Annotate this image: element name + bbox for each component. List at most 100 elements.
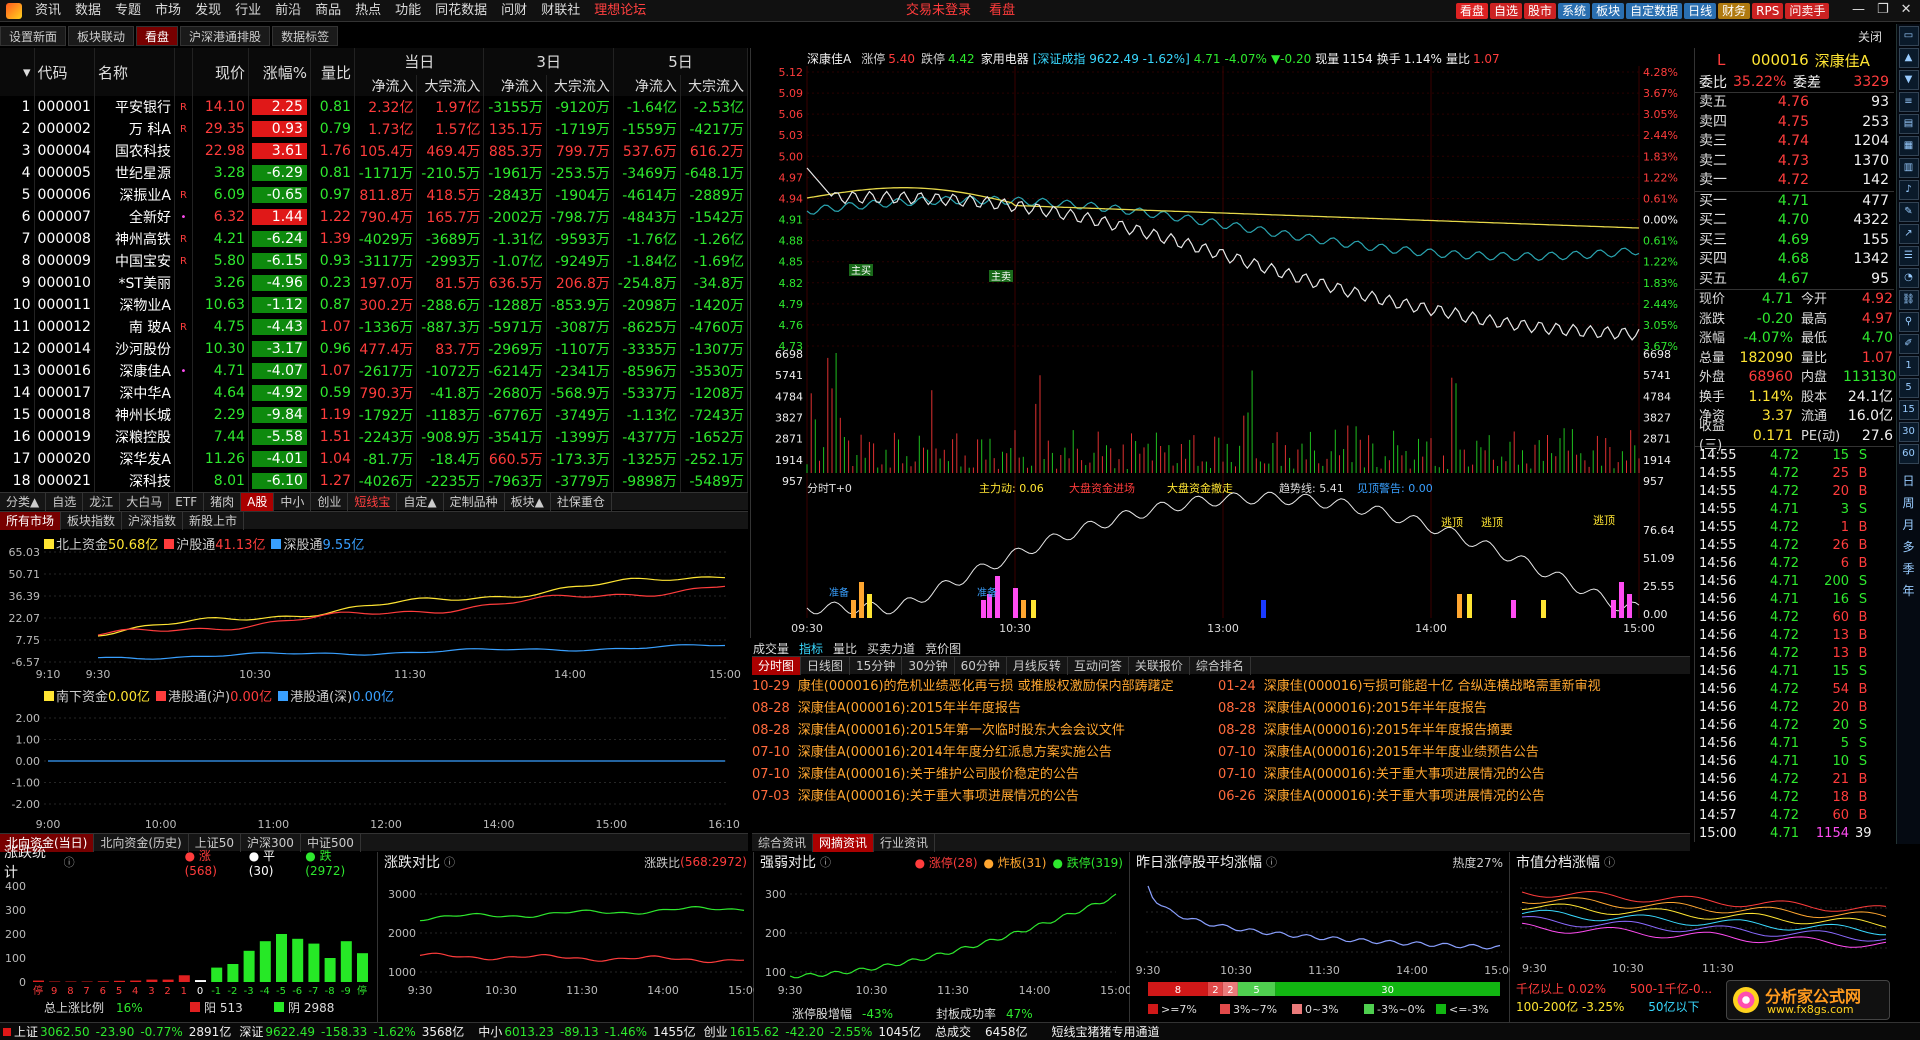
info-icon[interactable]: ⓘ	[1604, 854, 1615, 870]
list-icon[interactable]: ≡	[1898, 92, 1919, 112]
table-row[interactable]: 10 000011 深物业A 10.63 -1.12 0.87 300.2万 -288.6万 -…	[0, 294, 749, 316]
minimize-icon[interactable]: —	[1852, 2, 1865, 17]
col-3d-net[interactable]: 净流入	[483, 75, 547, 96]
bell-icon[interactable]: ♪	[1898, 180, 1919, 200]
market-tab[interactable]: 新股上市	[183, 511, 245, 530]
window-icon[interactable]: ▭	[1898, 26, 1919, 46]
order-level[interactable]: 买二 4.70 4322	[1695, 211, 1894, 231]
menu-item[interactable]: 数据	[68, 0, 108, 22]
table-row[interactable]: 4 000005 世纪星源 3.28 -6.29 0.81 -1171万 -210.5万 -19…	[0, 162, 749, 184]
info-tab[interactable]: 行业资讯	[874, 833, 936, 852]
menu-item[interactable]: 财联社	[534, 0, 587, 22]
number-15-icon[interactable]: 15	[1898, 400, 1919, 420]
toolbar-button[interactable]: 股市	[1524, 3, 1557, 19]
toolbar-button[interactable]: 系统	[1558, 3, 1591, 19]
col-5d-net[interactable]: 净流入	[613, 75, 681, 96]
stack-icon[interactable]: ☰	[1898, 246, 1919, 266]
trade-login-status[interactable]: 交易未登录	[906, 3, 971, 18]
note-icon[interactable]: ✎	[1898, 202, 1919, 222]
menu-item[interactable]: 理想论坛	[587, 0, 653, 22]
news-tab[interactable]: 月线反转	[1007, 656, 1068, 675]
table-row[interactable]: 7 000008 神州高铁 R 4.21 -6.24 1.39 -4029万 -3689万 -1.…	[0, 228, 749, 250]
info-icon[interactable]: ⓘ	[64, 854, 75, 870]
table-row[interactable]: 8 000009 中国宝安 R 5.80 -6.15 0.93 -3117万 -2993万 -1.…	[0, 250, 749, 272]
watch-link[interactable]: 看盘	[989, 3, 1015, 18]
order-level[interactable]: 卖五 4.76 93	[1695, 93, 1894, 113]
news-item[interactable]: 08-28 深康佳A(000016):2015年半年度报告	[1218, 698, 1682, 720]
table-row[interactable]: 16 000019 深粮控股 7.44 -5.58 1.51 -2243万 -908.9万 -3…	[0, 426, 749, 448]
info-tab[interactable]: 网摘资讯	[813, 833, 875, 852]
restore-icon[interactable]: ❐	[1877, 2, 1889, 17]
category-tab[interactable]: 自选	[46, 492, 84, 511]
menu-item[interactable]: 问财	[494, 0, 534, 22]
indicator-tab[interactable]: 指标	[799, 640, 823, 657]
toolbar-button[interactable]: 问卖手	[1785, 3, 1830, 19]
info-icon[interactable]: ⓘ	[820, 854, 831, 870]
news-tab[interactable]: 15分钟	[850, 656, 903, 675]
col-code[interactable]: 代码	[34, 48, 95, 96]
toolbar-button[interactable]: 自定数据	[1626, 3, 1683, 19]
category-tab[interactable]: ETF	[169, 492, 205, 511]
category-tab[interactable]: 分类▲	[0, 492, 47, 511]
menu-item[interactable]: 行业	[228, 0, 268, 22]
toolbar-button[interactable]: 日线	[1684, 3, 1717, 19]
order-level[interactable]: 买三 4.69 155	[1695, 231, 1894, 251]
period-button[interactable]: 多	[1897, 538, 1920, 560]
news-tab[interactable]: 关联报价	[1129, 656, 1190, 675]
table-row[interactable]: 12 000014 沙河股份 10.30 -3.17 0.96 477.4万 83.7万 -29…	[0, 338, 749, 360]
table-row[interactable]: 14 000017 深中华A 4.64 -4.92 0.59 790.3万 -41.8万 -26…	[0, 382, 749, 404]
news-item[interactable]: 07-10 深康佳A(000016):关于维护公司股价稳定的公告	[752, 764, 1216, 786]
col-5d-big[interactable]: 大宗流入	[680, 75, 749, 96]
news-item[interactable]: 08-28 深康佳A(000016):2015年半年度报告摘要	[1218, 720, 1682, 742]
news-tab[interactable]: 分时图	[752, 656, 802, 675]
period-button[interactable]: 月	[1897, 516, 1920, 538]
category-tab[interactable]: 短线宝	[348, 492, 398, 511]
news-tab[interactable]: 30分钟	[902, 656, 955, 675]
trend-icon[interactable]: ↗	[1898, 224, 1919, 244]
market-tab[interactable]: 沪深指数	[122, 511, 184, 530]
pie-icon[interactable]: ◔	[1898, 268, 1919, 288]
col-today-big[interactable]: 大宗流入	[416, 75, 485, 96]
order-level[interactable]: 卖一 4.72 142	[1695, 171, 1894, 191]
workspace-tab[interactable]: 沪深港通排股	[180, 26, 271, 46]
info-tab[interactable]: 综合资讯	[752, 833, 814, 852]
menu-item[interactable]: 发现	[188, 0, 228, 22]
table-row[interactable]: 6 000007 全新好 • 6.32 1.44 1.22 790.4万 165.7万 -2002…	[0, 206, 749, 228]
news-item[interactable]: 07-10 深康佳A(000016):关于重大事项进展情况的公告	[1218, 764, 1682, 786]
order-level[interactable]: 买五 4.67 95	[1695, 270, 1894, 290]
news-item[interactable]: 08-28 深康佳A(000016):2015年半年度报告	[752, 698, 1216, 720]
table-row[interactable]: 9 000010 *ST美丽 3.26 -4.96 0.23 197.0万 81.5万 636.…	[0, 272, 749, 294]
menu-item[interactable]: 市场	[148, 0, 188, 22]
category-tab[interactable]: 龙江	[83, 492, 121, 511]
promo-link[interactable]: 短线宝猪猪专用通道	[1052, 1023, 1160, 1040]
category-tab[interactable]: 大白马	[120, 492, 170, 511]
cy-label[interactable]: 创业	[704, 1023, 728, 1040]
workspace-tab[interactable]: 看盘	[136, 26, 179, 46]
down-arrow-icon[interactable]: ▼	[1898, 70, 1919, 90]
news-item[interactable]: 08-28 深康佳A(000016):2015年第一次临时股东大会会议文件	[752, 720, 1216, 742]
sort-arrow-icon[interactable]: ▾	[0, 48, 35, 96]
indicator-tab[interactable]: 买卖力道	[867, 640, 915, 657]
menu-item[interactable]: 热点	[348, 0, 388, 22]
number-5-icon[interactable]: 5	[1898, 378, 1919, 398]
table-row[interactable]: 2 000002 万 科A R 29.35 0.93 0.79 1.73亿 1.57亿 135.1…	[0, 118, 749, 140]
menu-item[interactable]: 功能	[388, 0, 428, 22]
up-arrow-icon[interactable]: ▲	[1898, 48, 1919, 68]
period-button[interactable]: 日	[1897, 472, 1920, 494]
menu-item[interactable]: 资讯	[28, 0, 68, 22]
sz-label[interactable]: 深证	[239, 1023, 263, 1040]
close-icon[interactable]: ✕	[1901, 2, 1912, 17]
table-row[interactable]: 13 000016 深康佳A • 4.71 -4.07 1.07 -2617万 -1072万 -6…	[0, 360, 749, 382]
number-60-icon[interactable]: 60	[1898, 444, 1919, 464]
indicator-tab[interactable]: 竞价图	[925, 640, 961, 657]
indicator-tab[interactable]: 成交量	[753, 640, 789, 657]
workspace-tab[interactable]: 板块联动	[68, 26, 135, 46]
grid-icon[interactable]: ▦	[1898, 136, 1919, 156]
info-icon[interactable]: ⓘ	[1266, 854, 1277, 870]
order-level[interactable]: 卖三 4.74 1204	[1695, 132, 1894, 152]
category-tab[interactable]: 猪肉	[204, 492, 242, 511]
period-button[interactable]: 季	[1897, 560, 1920, 582]
number-30-icon[interactable]: 30	[1898, 422, 1919, 442]
col-3d-big[interactable]: 大宗流入	[546, 75, 614, 96]
table-row[interactable]: 3 000004 国农科技 22.98 3.61 1.76 105.4万 469.4万 885.…	[0, 140, 749, 162]
